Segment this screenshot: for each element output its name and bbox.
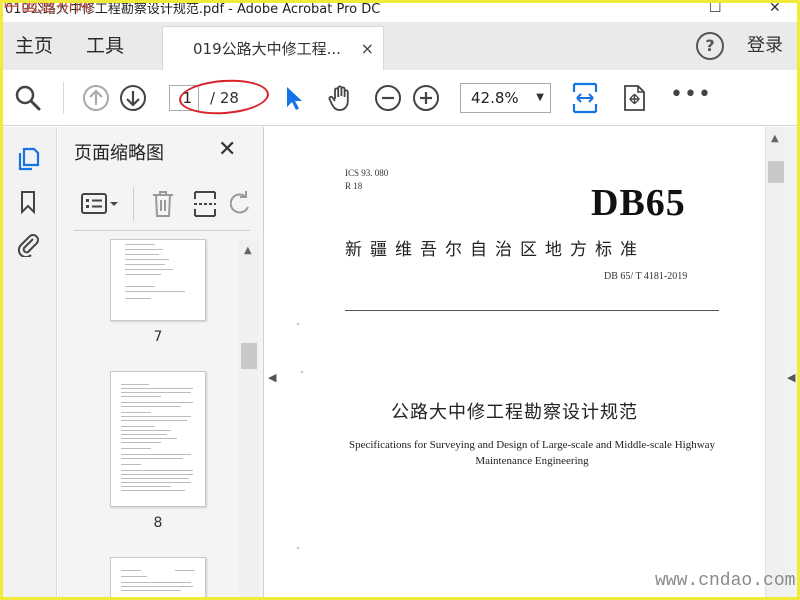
expand-right-pane-icon[interactable]: ◀ — [787, 371, 795, 384]
fit-page-icon[interactable] — [570, 82, 600, 114]
divider-line — [345, 310, 719, 311]
thumbnail-page[interactable] — [110, 371, 206, 507]
tools-tab[interactable]: 工具 — [86, 22, 124, 70]
full-screen-icon[interactable] — [620, 84, 648, 112]
collapse-left-pane-icon[interactable]: ◀ — [268, 371, 276, 384]
standard-code: DB65 — [591, 182, 686, 224]
standard-number: DB 65/ T 4181-2019 — [604, 271, 688, 282]
next-page-icon[interactable] — [119, 84, 147, 112]
document-title-en: Specifications for Surveying and Design … — [335, 437, 729, 469]
bookmark-icon[interactable] — [15, 189, 41, 215]
scroll-up-icon[interactable]: ▲ — [244, 245, 252, 256]
red-annotation-circle — [177, 76, 271, 118]
login-button[interactable]: 登录 — [747, 22, 783, 70]
scrollbar-thumb[interactable] — [241, 343, 257, 369]
scan-speck — [297, 547, 299, 549]
watermark-bottom: www.cndao.com — [655, 571, 796, 591]
page-thumbnails-panel: 页面缩略图 ✕ 7 8 ▲ — [58, 127, 264, 597]
scan-speck — [301, 371, 303, 373]
zoom-out-icon[interactable] — [374, 84, 402, 112]
zoom-in-icon[interactable] — [412, 84, 440, 112]
scroll-up-icon[interactable]: ▲ — [771, 133, 779, 144]
thumbnail-page-number: 7 — [153, 329, 163, 345]
close-panel-icon[interactable]: ✕ — [218, 137, 236, 162]
select-cursor-icon[interactable] — [279, 84, 307, 112]
help-icon[interactable]: ? — [696, 32, 724, 60]
search-icon[interactable] — [14, 84, 42, 112]
previous-page-icon[interactable] — [82, 84, 110, 112]
navigation-pane-icons — [3, 127, 57, 597]
undo-rotate-icon[interactable] — [230, 189, 250, 219]
chevron-down-icon: ▼ — [536, 92, 544, 103]
thumbnail-page[interactable] — [110, 557, 206, 597]
toolbar-divider — [133, 187, 134, 221]
attachment-icon[interactable] — [15, 231, 41, 257]
close-tab-icon[interactable]: × — [361, 27, 374, 71]
page-thumbnails-icon[interactable] — [15, 145, 41, 171]
ics-code: ICS 93. 080 — [345, 168, 389, 178]
ics-classification: ICS 93. 080 R 18 — [345, 167, 388, 193]
thumbnail-page-number: 8 — [153, 515, 163, 531]
trash-icon[interactable] — [150, 189, 176, 219]
insert-page-icon[interactable] — [192, 189, 218, 219]
title-bar: 019公路大中修工程勘察设计规范.pdf - Adobe Acrobat Pro… — [3, 3, 797, 19]
document-tab-label: 019公路大中修工程... — [193, 40, 341, 58]
more-tools-button[interactable]: ••• — [670, 82, 712, 107]
toolbar-divider — [63, 82, 64, 114]
options-menu-icon[interactable] — [80, 191, 120, 217]
scrollbar-thumb[interactable] — [768, 161, 784, 183]
right-pane-strip — [785, 127, 797, 597]
home-tab[interactable]: 主页 — [15, 22, 53, 70]
scan-speck — [297, 323, 299, 325]
thumbnail-list: 7 8 — [58, 239, 264, 597]
thumbnail-page[interactable] — [110, 239, 206, 321]
document-tab[interactable]: 019公路大中修工程... × — [162, 26, 384, 70]
maximize-icon[interactable]: ☐ — [709, 3, 722, 15]
document-title-cn: 公路大中修工程勘察设计规范 — [391, 402, 638, 423]
zoom-select[interactable]: 42.8% ▼ — [460, 83, 551, 113]
en-title-line-2: Maintenance Engineering — [475, 455, 589, 467]
watermark-top: 中国道桥网 — [3, 3, 93, 16]
ccs-code: R 18 — [345, 181, 363, 191]
thumbnail-scrollbar[interactable]: ▲ — [239, 239, 259, 597]
panel-title: 页面缩略图 — [74, 143, 164, 164]
document-page: ICS 93. 080 R 18 DB65 新疆维吾尔自治区地方标准 DB 65… — [279, 127, 765, 597]
en-title-line-1: Specifications for Surveying and Design … — [348, 439, 716, 451]
main-toolbar: 1 / 28 42.8% ▼ ••• — [3, 70, 797, 126]
document-scrollbar[interactable]: ▲ — [765, 127, 785, 597]
hand-tool-icon[interactable] — [326, 84, 354, 112]
thumbnail-toolbar — [74, 179, 250, 231]
zoom-value: 42.8% — [471, 89, 519, 107]
app-window: 019公路大中修工程勘察设计规范.pdf - Adobe Acrobat Pro… — [3, 3, 797, 597]
tab-bar: 主页 工具 019公路大中修工程... × ? 登录 — [3, 22, 797, 70]
standard-name: 新疆维吾尔自治区地方标准 — [345, 240, 645, 260]
close-window-icon[interactable]: ✕ — [769, 3, 781, 15]
